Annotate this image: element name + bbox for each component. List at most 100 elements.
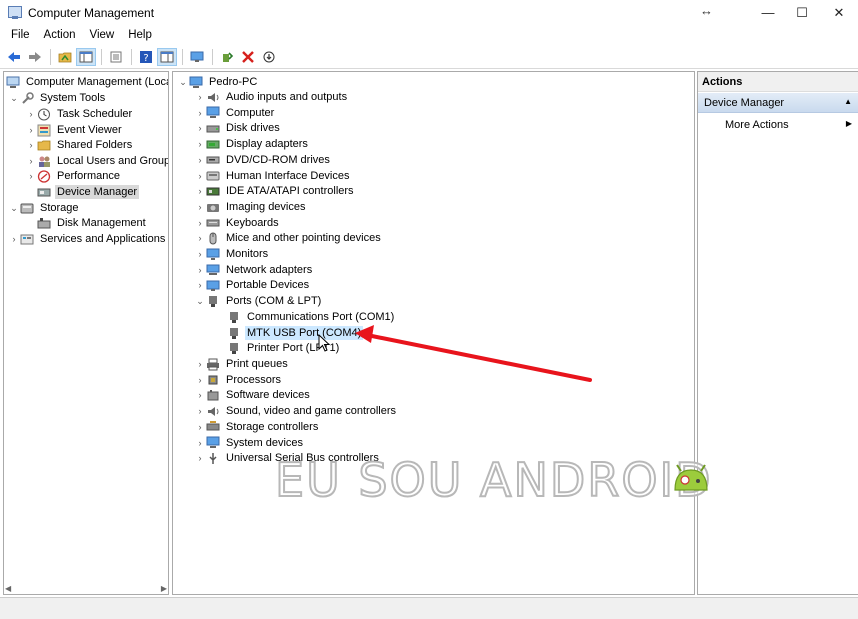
- device-category-12[interactable]: › Portable Devices: [194, 277, 311, 293]
- tree-item-device-manager[interactable]: Device Manager: [37, 184, 140, 200]
- chevron-right-icon[interactable]: ›: [25, 168, 37, 184]
- device-category-lower-1[interactable]: › Processors: [194, 372, 283, 388]
- show-hide-tree-icon[interactable]: [76, 48, 96, 66]
- menu-file[interactable]: File: [4, 26, 37, 45]
- tree-item-performance[interactable]: › Performance: [25, 168, 122, 184]
- chevron-right-icon[interactable]: ›: [194, 262, 206, 278]
- scroll-left-icon[interactable]: ◀: [5, 584, 11, 593]
- device-root-pedro-pc[interactable]: ⌄ Pedro-PC: [177, 74, 259, 90]
- device-category-lower-3[interactable]: › Sound, video and game controllers: [194, 403, 398, 419]
- chevron-down-icon[interactable]: ⌄: [194, 293, 206, 309]
- tree-item-local-users-groups[interactable]: › Local Users and Groups: [25, 153, 169, 169]
- chevron-down-icon[interactable]: ⌄: [8, 90, 20, 106]
- chevron-right-icon[interactable]: ›: [194, 387, 206, 403]
- chevron-right-icon[interactable]: ›: [25, 122, 37, 138]
- device-category-7[interactable]: › Imaging devices: [194, 199, 308, 215]
- chevron-right-icon[interactable]: ›: [194, 230, 206, 246]
- up-folder-icon[interactable]: [55, 48, 75, 66]
- chevron-right-icon[interactable]: ›: [194, 277, 206, 293]
- minimize-button[interactable]: —: [749, 0, 787, 25]
- device-category-6[interactable]: › IDE ATA/ATAPI controllers: [194, 183, 356, 199]
- menu-help[interactable]: Help: [121, 26, 159, 45]
- chevron-right-icon[interactable]: ›: [194, 136, 206, 152]
- device-category-lower-4[interactable]: › Storage controllers: [194, 419, 320, 435]
- menu-action[interactable]: Action: [37, 26, 83, 45]
- chevron-right-icon[interactable]: ›: [194, 105, 206, 121]
- computer-icon: [189, 75, 203, 89]
- performance-icon: [37, 169, 51, 183]
- chevron-right-icon[interactable]: ›: [194, 403, 206, 419]
- chevron-down-icon[interactable]: ⌄: [8, 200, 20, 216]
- device-mtk-usb-port[interactable]: MTK USB Port (COM4): [227, 325, 364, 341]
- tree-item-storage[interactable]: ⌄ Storage: [8, 200, 81, 216]
- device-category-5[interactable]: › Human Interface Devices: [194, 168, 352, 184]
- menu-view[interactable]: View: [83, 26, 122, 45]
- device-category-label: Ports (COM & LPT): [226, 295, 322, 308]
- chevron-right-icon[interactable]: ›: [194, 120, 206, 136]
- device-category-13[interactable]: ⌄ Ports (COM & LPT): [194, 293, 323, 309]
- forward-arrow-icon[interactable]: [25, 48, 45, 66]
- chevron-right-icon[interactable]: ›: [194, 199, 206, 215]
- scroll-right-icon[interactable]: ▶: [161, 584, 167, 593]
- device-category-11[interactable]: › Network adapters: [194, 262, 314, 278]
- tree-item-computer-management[interactable]: Computer Management (Local: [6, 74, 168, 90]
- chevron-right-icon[interactable]: ›: [25, 106, 37, 122]
- more-actions-item[interactable]: More Actions ▶: [698, 116, 858, 134]
- device-category-lower-5[interactable]: › System devices: [194, 435, 305, 451]
- properties-icon[interactable]: [106, 48, 126, 66]
- chevron-right-icon[interactable]: ›: [25, 137, 37, 153]
- computer-management-icon: [8, 6, 22, 19]
- uninstall-icon[interactable]: [238, 48, 258, 66]
- tree-item-shared-folders[interactable]: › Shared Folders: [25, 137, 134, 153]
- chevron-right-icon[interactable]: ›: [194, 246, 206, 262]
- chevron-right-icon[interactable]: ›: [194, 419, 206, 435]
- resize-icon[interactable]: ↔: [700, 3, 713, 18]
- chevron-right-icon[interactable]: ›: [194, 89, 206, 105]
- toolbar-separator: [212, 49, 213, 65]
- device-category-4[interactable]: › DVD/CD-ROM drives: [194, 152, 332, 168]
- device-manager-icon: [37, 185, 51, 199]
- device-category-2[interactable]: › Disk drives: [194, 120, 282, 136]
- chevron-right-icon[interactable]: ›: [194, 168, 206, 184]
- device-category-9[interactable]: › Mice and other pointing devices: [194, 230, 383, 246]
- back-arrow-icon[interactable]: [4, 48, 24, 66]
- chevron-right-icon[interactable]: ›: [194, 152, 206, 168]
- update-driver-icon[interactable]: [217, 48, 237, 66]
- chevron-right-icon[interactable]: ›: [194, 356, 206, 372]
- chevron-right-icon[interactable]: ›: [194, 215, 206, 231]
- tree-item-event-viewer[interactable]: › Event Viewer: [25, 122, 124, 138]
- left-horizontal-scrollbar[interactable]: ◀ ▶: [3, 584, 169, 596]
- device-category-10[interactable]: › Monitors: [194, 246, 270, 262]
- device-category-lower-0[interactable]: › Print queues: [194, 356, 290, 372]
- chevron-right-icon[interactable]: ›: [194, 372, 206, 388]
- view-icon[interactable]: [157, 48, 177, 66]
- tree-item-task-scheduler[interactable]: › Task Scheduler: [25, 106, 134, 122]
- monitor-icon[interactable]: [187, 48, 207, 66]
- chevron-right-icon[interactable]: ›: [25, 153, 37, 169]
- actions-section-device-manager[interactable]: Device Manager ▲: [698, 93, 858, 113]
- tree-item-services-applications[interactable]: › Services and Applications: [8, 231, 167, 247]
- camera-icon: [206, 200, 220, 214]
- mouse-icon: [206, 231, 220, 245]
- tree-item-system-tools[interactable]: ⌄ System Tools: [8, 90, 107, 106]
- chevron-down-icon[interactable]: ⌄: [177, 74, 189, 90]
- device-category-label: Software devices: [226, 389, 310, 402]
- device-category-1[interactable]: › Computer: [194, 105, 276, 121]
- chevron-right-icon[interactable]: ›: [194, 450, 206, 466]
- device-category-0[interactable]: › Audio inputs and outputs: [194, 89, 349, 105]
- device-comm-port[interactable]: Communications Port (COM1): [227, 309, 396, 325]
- device-category-lower-2[interactable]: › Software devices: [194, 387, 312, 403]
- help-icon[interactable]: ?: [136, 48, 156, 66]
- chevron-right-icon[interactable]: ›: [194, 435, 206, 451]
- device-label: Communications Port (COM1): [247, 311, 395, 323]
- chevron-right-icon[interactable]: ›: [194, 183, 206, 199]
- chevron-right-icon[interactable]: ›: [8, 231, 20, 247]
- collapse-up-icon[interactable]: ▲: [844, 97, 852, 108]
- device-category-label: DVD/CD-ROM drives: [226, 153, 330, 166]
- tree-item-disk-management[interactable]: Disk Management: [37, 215, 148, 231]
- maximize-button[interactable]: ☐: [783, 0, 821, 25]
- device-category-8[interactable]: › Keyboards: [194, 215, 281, 231]
- device-category-3[interactable]: › Display adapters: [194, 136, 310, 152]
- scan-hardware-icon[interactable]: [259, 48, 279, 66]
- close-button[interactable]: ✕: [820, 0, 858, 25]
